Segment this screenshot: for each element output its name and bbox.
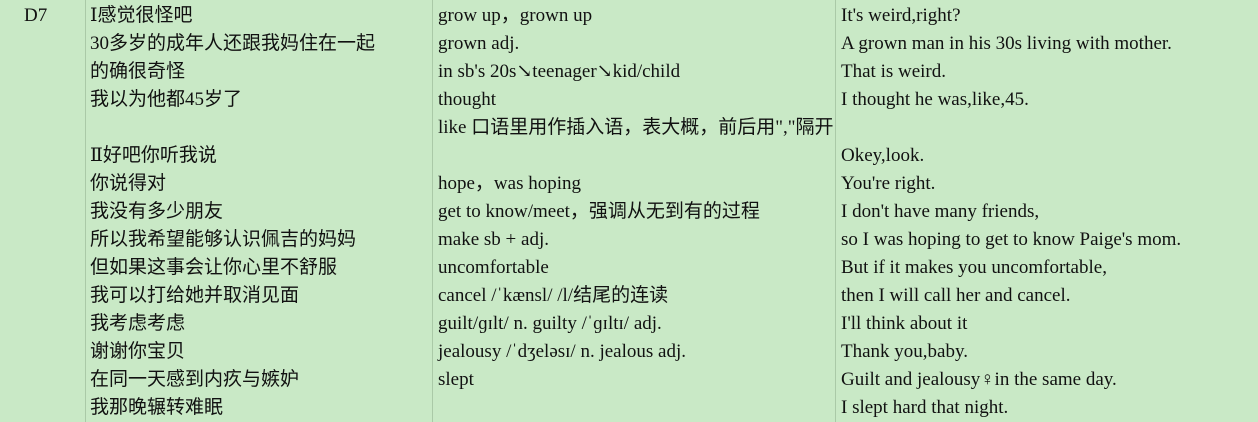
chinese-cell: 的确很奇怪 xyxy=(90,61,186,82)
table-row: 的确很奇怪 in sb's 20s↘teenager↘kid/child That … xyxy=(0,58,1258,86)
chinese-cell: 30多岁的成年人还跟我妈住在一起 xyxy=(90,33,376,54)
notes-cell: grow up，grown up xyxy=(438,5,593,26)
english-cell: Okey,look. xyxy=(841,145,925,166)
english-cell: I thought he was,like,45. xyxy=(841,89,1029,110)
english-cell: A grown man in his 30s living with mothe… xyxy=(841,33,1172,54)
notes-cell: get to know/meet，强调从无到有的过程 xyxy=(438,201,760,222)
chinese-cell: 所以我希望能够认识佩吉的妈妈 xyxy=(90,229,357,250)
table-row: 你说得对 hope，was hoping You're right. xyxy=(0,170,1258,198)
chinese-cell: Ⅱ好吧你听我说 xyxy=(90,145,217,166)
english-cell: I slept hard that night. xyxy=(841,397,1009,418)
table-row: 30多岁的成年人还跟我妈住在一起 grown adj. A grown man in… xyxy=(0,30,1258,58)
chinese-cell: 我以为他都45岁了 xyxy=(90,89,243,110)
table-row: Ⅱ好吧你听我说 Okey,look. xyxy=(0,142,1258,170)
table-row: 我以为他都45岁了 thought I thought he was,like,45… xyxy=(0,86,1258,114)
table-row: 谢谢你宝贝 jealousy /ˈdʒeləsɪ/ n. jealous adj.… xyxy=(0,338,1258,366)
chinese-cell: 谢谢你宝贝 xyxy=(90,341,186,362)
notes-cell: make sb + adj. xyxy=(438,229,549,250)
english-cell: It's weird,right? xyxy=(841,5,961,26)
chinese-cell: 在同一天感到内疚与嫉妒 xyxy=(90,369,300,390)
notes-cell: in sb's 20s↘teenager↘kid/child xyxy=(438,61,681,82)
notes-cell: like 口语里用作插入语，表大概，前后用","隔开 xyxy=(438,117,834,138)
notes-cell: guilt/ɡɪlt/ n. guilty /ˈɡɪltɪ/ adj. xyxy=(438,313,662,334)
chinese-cell: 你说得对 xyxy=(90,173,167,194)
table-row: D7 Ⅰ感觉很怪吧 grow up，grown up It's weird,right… xyxy=(0,2,1258,30)
table-row: 我可以打给她并取消见面 cancel /ˈkænsl/ /l/结尾的连读 then … xyxy=(0,282,1258,310)
chinese-cell: Ⅰ感觉很怪吧 xyxy=(90,5,193,26)
chinese-cell: 我没有多少朋友 xyxy=(90,201,224,222)
notes-sheet: D7 Ⅰ感觉很怪吧 grow up，grown up It's weird,right… xyxy=(0,0,1258,422)
chinese-cell: 我可以打给她并取消见面 xyxy=(90,285,300,306)
english-cell: Thank you,baby. xyxy=(841,341,968,362)
english-cell: Guilt and jealousy♀in the same day. xyxy=(841,369,1117,390)
table-row: 我考虑考虑 guilt/ɡɪlt/ n. guilty /ˈɡɪltɪ/ adj.… xyxy=(0,310,1258,338)
english-cell: I don't have many friends, xyxy=(841,201,1040,222)
notes-cell: jealousy /ˈdʒeləsɪ/ n. jealous adj. xyxy=(438,341,686,362)
chinese-cell: 我那晚辗转难眠 xyxy=(90,397,224,418)
table-row: 我没有多少朋友 get to know/meet，强调从无到有的过程 I don't… xyxy=(0,198,1258,226)
english-cell: That is weird. xyxy=(841,61,947,82)
english-cell: so I was hoping to get to know Paige's m… xyxy=(841,229,1182,250)
table-row: 我那晚辗转难眠 I slept hard that night. xyxy=(0,394,1258,422)
notes-cell: thought xyxy=(438,89,497,110)
chinese-cell: 我考虑考虑 xyxy=(90,313,186,334)
notes-cell: cancel /ˈkænsl/ /l/结尾的连读 xyxy=(438,285,669,306)
table-row: 在同一天感到内疚与嫉妒 slept Guilt and jealousy♀in th… xyxy=(0,366,1258,394)
day-cell: D7 xyxy=(24,5,48,26)
english-cell: You're right. xyxy=(841,173,936,194)
chinese-cell: 但如果这事会让你心里不舒服 xyxy=(90,257,338,278)
notes-cell: slept xyxy=(438,369,474,390)
notes-cell: uncomfortable xyxy=(438,257,549,278)
table-row: 所以我希望能够认识佩吉的妈妈 make sb + adj. so I was hop… xyxy=(0,226,1258,254)
notes-cell: hope，was hoping xyxy=(438,173,582,194)
table-row: like 口语里用作插入语，表大概，前后用","隔开 xyxy=(0,114,1258,142)
english-cell: But if it makes you uncomfortable, xyxy=(841,257,1107,278)
english-cell: I'll think about it xyxy=(841,313,968,334)
notes-cell: grown adj. xyxy=(438,33,520,54)
table-row: 但如果这事会让你心里不舒服 uncomfortable But if it make… xyxy=(0,254,1258,282)
english-cell: then I will call her and cancel. xyxy=(841,285,1071,306)
